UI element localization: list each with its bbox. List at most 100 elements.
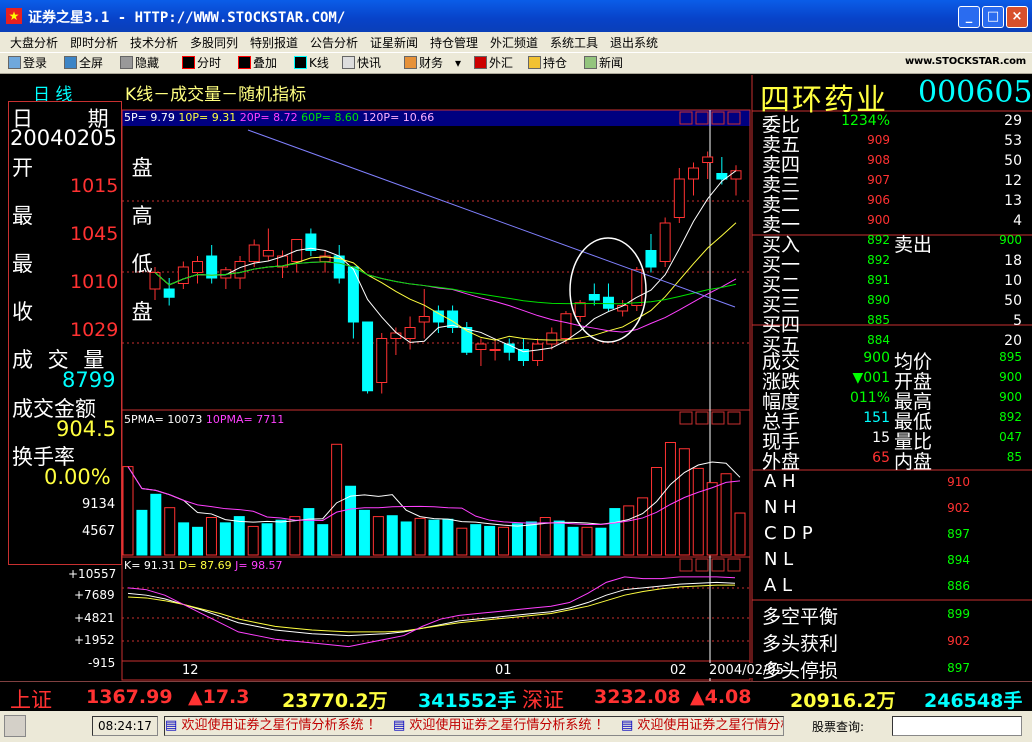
weibi-value: 1234% [841,113,890,129]
minimize-button[interactable]: _ [958,6,980,28]
buy-level-volume: 10 [1004,273,1022,289]
overlay-label: 叠加 [253,56,278,70]
stock-query-label: 股票查询: [812,720,865,734]
sh-amount: 23770.2万 [282,690,388,712]
stat-value-2: 85 [1006,450,1022,464]
stat-value-2: 900 [999,390,1022,404]
stat-value-2: 895 [999,350,1022,364]
candle-body [560,313,572,339]
hide-button[interactable]: 隐藏 [120,55,159,72]
ticker-doc-icon: ▤ [620,718,634,733]
volume-bar [192,526,204,556]
volume-bar [247,525,259,556]
volume-bar [233,516,245,556]
sh-index-label[interactable]: 上证 [10,684,52,714]
ma-line-120 [247,129,736,308]
sz-index-label[interactable]: 深证 [522,684,564,714]
weibi-volume: 29 [1004,113,1022,129]
news-ticker[interactable]: ▤ 欢迎使用证券之星行情分析系统 ！ ▤ 欢迎使用证券之星行情分析系统 ！ ▤ … [164,716,784,736]
fullscreen-icon [64,56,77,69]
volume-bar [178,522,190,556]
info-low: 1010 [70,271,119,293]
timeshare-button[interactable]: 分时 [182,55,221,72]
title-bar[interactable]: ★ 证券之星3.1 - HTTP://WWW.STOCKSTAR.COM/ _ … [0,0,1032,32]
ma60-value: 8.60 [334,111,359,124]
timeshare-chart-icon [182,56,195,69]
sell-level-volume: 12 [1004,173,1022,189]
stat-value: 15 [872,430,890,446]
fullscreen-button[interactable]: 全屏 [64,55,103,72]
sellout-label: 卖出 [894,234,933,256]
holdings-button[interactable]: 持仓 [528,55,567,72]
ma20-value: 8.72 [273,111,298,124]
sell-level-price: 900 [867,213,890,227]
volume-bar [331,443,343,556]
news-label: 新闻 [599,56,624,70]
login-button[interactable]: 登录 [8,55,47,72]
toolbar: 登录 全屏 隐藏 分时 叠加 K线 快讯 财务 ▾ 外汇 持仓 新闻 www.S… [0,52,1032,74]
menu-news[interactable]: 证星新闻 [370,34,418,51]
kline-button[interactable]: K线 [294,55,329,72]
candle-body [475,343,487,350]
kdj-legend: K= 91.31 D= 87.69 J= 98.57 [124,559,283,572]
menu-portfolio[interactable]: 持仓管理 [430,34,478,51]
overlay-button[interactable]: 叠加 [238,55,277,72]
volume-bar [484,525,496,556]
flash-news-button[interactable]: 快讯 [342,55,381,72]
pane-control-icon [695,558,709,572]
maximize-button[interactable]: □ [982,6,1004,28]
stat-value-2: 047 [999,430,1022,444]
info-date: 20040205 [10,126,117,150]
candle-body [248,244,260,262]
menu-forex[interactable]: 外汇频道 [490,34,538,51]
pane-control-icon [711,411,725,425]
pane-control-icon [695,411,709,425]
menu-system-tools[interactable]: 系统工具 [550,34,598,51]
candle-body [602,296,614,309]
finance-button[interactable]: 财务 [404,55,443,72]
sell-level-volume: 50 [1004,153,1022,169]
stat-value: 011% [849,390,890,406]
indicator-label: N H [764,497,797,518]
forex-icon [474,56,487,69]
forex-button[interactable]: 外汇 [474,55,513,72]
app-star-icon: ★ [6,8,22,24]
candle-body [673,178,685,218]
stat-value: 65 [872,450,890,466]
pane-control-icon [679,411,693,425]
stock-query-input[interactable] [892,716,1022,736]
ma20-label: 20P= [239,111,270,124]
kdj-j-value: J= 98.57 [235,559,283,572]
menu-special-report[interactable]: 特别报道 [250,34,298,51]
stockstar-logo: www.STOCKSTAR.com [905,56,1026,67]
vol10-value: 7711 [256,413,285,426]
close-button[interactable]: × [1006,6,1028,28]
vol-legend: 5PMA= 10073 10PMA= 7711 [124,413,284,426]
ticker-doc-icon: ▤ [165,718,178,733]
kdj-k-value: K= 91.31 [124,559,176,572]
menu-realtime-analysis[interactable]: 即时分析 [70,34,118,51]
overlay-icon [238,56,251,69]
finance-dropdown[interactable]: ▾ [455,55,461,72]
indicator-label: N L [764,549,794,570]
stat-value-2: 892 [999,410,1022,424]
menu-announcements[interactable]: 公告分析 [310,34,358,51]
pane-control-icon [711,558,725,572]
menu-exit[interactable]: 退出系统 [610,34,658,51]
menu-market-analysis[interactable]: 大盘分析 [10,34,58,51]
info-high: 1045 [70,223,119,245]
kdj-axis-0: +10557 [68,567,117,581]
news-button[interactable]: 新闻 [584,55,623,72]
kdj-axis-2: +4821 [74,611,115,625]
volume-bar [317,524,329,556]
buy-level-volume: 5 [1013,313,1022,329]
volume-bar [164,507,176,556]
stat-value: 151 [863,410,890,426]
volume-bar [706,482,718,556]
volume-bar [678,448,690,556]
volume-bar [595,527,607,556]
volume-bar [470,524,482,556]
menu-technical-analysis[interactable]: 技术分析 [130,34,178,51]
sh-index-change: ▲17.3 [188,686,250,708]
menu-multi-stock[interactable]: 多股同列 [190,34,238,51]
